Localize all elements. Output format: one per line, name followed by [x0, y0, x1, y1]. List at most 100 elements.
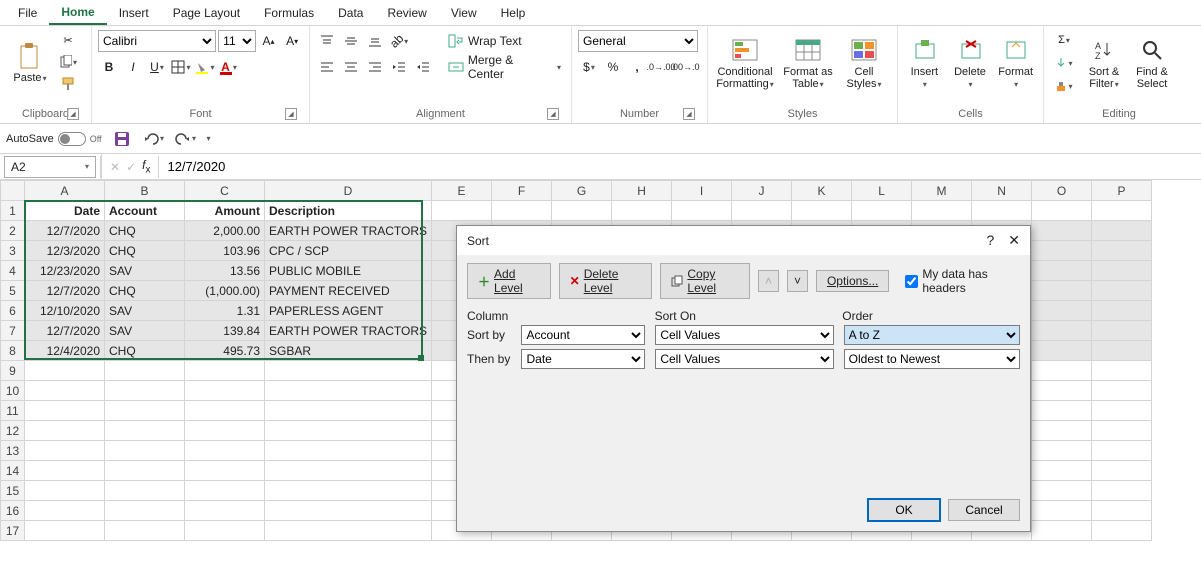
percent-format-button[interactable]: %: [602, 56, 624, 78]
sort-column-select[interactable]: Date: [521, 349, 645, 369]
qat-customize-button[interactable]: ▾: [207, 134, 211, 143]
cell-G1[interactable]: [552, 201, 612, 221]
menu-insert[interactable]: Insert: [107, 2, 161, 24]
col-header-L[interactable]: L: [852, 181, 912, 201]
copy-level-button[interactable]: Copy Level: [660, 263, 750, 299]
ok-button[interactable]: OK: [868, 499, 940, 521]
cell-A14[interactable]: [25, 461, 105, 481]
cell-B2[interactable]: CHQ: [105, 221, 185, 241]
col-header-N[interactable]: N: [972, 181, 1032, 201]
cell-A7[interactable]: 12/7/2020: [25, 321, 105, 341]
cell-N1[interactable]: [972, 201, 1032, 221]
accounting-format-button[interactable]: $▾: [578, 56, 600, 78]
autosave-toggle[interactable]: AutoSave Off: [6, 132, 102, 146]
cell-K1[interactable]: [792, 201, 852, 221]
cell-A1[interactable]: Date: [25, 201, 105, 221]
cell-C5[interactable]: (1,000.00): [185, 281, 265, 301]
row-header-8[interactable]: 8: [1, 341, 25, 361]
cell-C10[interactable]: [185, 381, 265, 401]
format-cells-button[interactable]: Format▾: [995, 30, 1037, 96]
cell-P8[interactable]: [1092, 341, 1152, 361]
cell-A13[interactable]: [25, 441, 105, 461]
cell-O14[interactable]: [1032, 461, 1092, 481]
row-header-13[interactable]: 13: [1, 441, 25, 461]
cell-O2[interactable]: [1032, 221, 1092, 241]
cell-C3[interactable]: 103.96: [185, 241, 265, 261]
orientation-button[interactable]: ab▾: [388, 30, 410, 52]
cell-A15[interactable]: [25, 481, 105, 501]
menu-review[interactable]: Review: [375, 2, 438, 24]
cell-B13[interactable]: [105, 441, 185, 461]
cell-A10[interactable]: [25, 381, 105, 401]
menu-page-layout[interactable]: Page Layout: [161, 2, 252, 24]
alignment-dialog-launcher[interactable]: ◢: [547, 108, 559, 120]
cell-H1[interactable]: [612, 201, 672, 221]
cell-C4[interactable]: 13.56: [185, 261, 265, 281]
sort-on-select[interactable]: Cell Values: [655, 325, 833, 345]
font-color-button[interactable]: A▾: [218, 56, 240, 78]
cell-A11[interactable]: [25, 401, 105, 421]
formula-input[interactable]: [159, 159, 1201, 174]
cell-D1[interactable]: Description: [265, 201, 432, 221]
cell-D6[interactable]: PAPERLESS AGENT: [265, 301, 432, 321]
align-bottom-button[interactable]: [364, 30, 386, 52]
cell-O10[interactable]: [1032, 381, 1092, 401]
fill-color-button[interactable]: ▾: [194, 56, 216, 78]
my-data-has-headers-checkbox[interactable]: My data has headers: [905, 267, 1020, 295]
sort-order-select[interactable]: Oldest to Newest: [844, 349, 1020, 369]
cell-P4[interactable]: [1092, 261, 1152, 281]
wrap-text-button[interactable]: Wrap Text: [444, 30, 565, 52]
row-header-2[interactable]: 2: [1, 221, 25, 241]
cell-M1[interactable]: [912, 201, 972, 221]
enter-icon[interactable]: ✓: [126, 160, 136, 174]
row-header-17[interactable]: 17: [1, 521, 25, 541]
cell-P13[interactable]: [1092, 441, 1152, 461]
name-box[interactable]: A2▾: [4, 156, 96, 178]
col-header-C[interactable]: C: [185, 181, 265, 201]
menu-home[interactable]: Home: [49, 1, 106, 25]
cell-P15[interactable]: [1092, 481, 1152, 501]
sort-filter-button[interactable]: AZ Sort & Filter▾: [1082, 30, 1126, 96]
cell-C12[interactable]: [185, 421, 265, 441]
menu-formulas[interactable]: Formulas: [252, 2, 326, 24]
cell-P16[interactable]: [1092, 501, 1152, 521]
cell-C17[interactable]: [185, 521, 265, 541]
row-header-3[interactable]: 3: [1, 241, 25, 261]
col-header-P[interactable]: P: [1092, 181, 1152, 201]
cell-P3[interactable]: [1092, 241, 1152, 261]
cell-F1[interactable]: [492, 201, 552, 221]
col-header-M[interactable]: M: [912, 181, 972, 201]
cell-A3[interactable]: 12/3/2020: [25, 241, 105, 261]
cell-B3[interactable]: CHQ: [105, 241, 185, 261]
col-header-A[interactable]: A: [25, 181, 105, 201]
cell-D7[interactable]: EARTH POWER TRACTORS: [265, 321, 432, 341]
cell-B15[interactable]: [105, 481, 185, 501]
decrease-indent-button[interactable]: [388, 56, 410, 78]
cell-P6[interactable]: [1092, 301, 1152, 321]
row-header-11[interactable]: 11: [1, 401, 25, 421]
cell-O7[interactable]: [1032, 321, 1092, 341]
cell-B5[interactable]: CHQ: [105, 281, 185, 301]
merge-center-button[interactable]: Merge & Center▾: [444, 56, 565, 78]
cell-P12[interactable]: [1092, 421, 1152, 441]
comma-format-button[interactable]: ,: [626, 56, 648, 78]
font-size-combo[interactable]: 11: [218, 30, 255, 52]
row-header-1[interactable]: 1: [1, 201, 25, 221]
cell-D17[interactable]: [265, 521, 432, 541]
row-header-16[interactable]: 16: [1, 501, 25, 521]
cell-O17[interactable]: [1032, 521, 1092, 541]
row-header-5[interactable]: 5: [1, 281, 25, 301]
add-level-button[interactable]: ＋Add Level: [467, 263, 551, 299]
row-header-15[interactable]: 15: [1, 481, 25, 501]
cell-D9[interactable]: [265, 361, 432, 381]
col-header-G[interactable]: G: [552, 181, 612, 201]
cell-P5[interactable]: [1092, 281, 1152, 301]
cell-A8[interactable]: 12/4/2020: [25, 341, 105, 361]
fill-button[interactable]: ▾: [1050, 53, 1078, 73]
align-top-button[interactable]: [316, 30, 338, 52]
cell-O1[interactable]: [1032, 201, 1092, 221]
cell-O6[interactable]: [1032, 301, 1092, 321]
cell-C16[interactable]: [185, 501, 265, 521]
cancel-icon[interactable]: ✕: [110, 160, 120, 174]
cell-P2[interactable]: [1092, 221, 1152, 241]
